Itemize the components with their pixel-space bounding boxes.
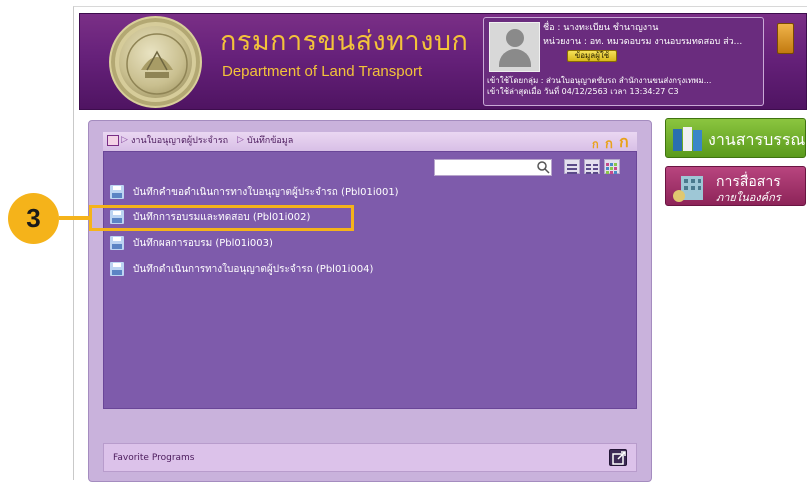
- view-list-button[interactable]: [564, 159, 580, 174]
- user-unit: หน่วยงาน : อท. หมวดอบรม งานอบรมทดสอบ ส่ว…: [543, 37, 743, 47]
- avatar: [489, 22, 540, 72]
- breadcrumb-arrow-icon: ▷: [237, 135, 244, 145]
- login-group: เข้าใช้โดยกลุ่ม : ส่วนใบอนุญาตขับรถ สำนั…: [487, 76, 712, 85]
- menu-item-pbl01i004[interactable]: บันทึกดำเนินการทางใบอนุญาตผู้ประจำรถ (Pb…: [110, 262, 430, 278]
- home-icon[interactable]: [107, 135, 119, 146]
- breadcrumb-item-record[interactable]: บันทึกข้อมูล: [247, 136, 293, 147]
- floppy-disk-icon: [110, 262, 124, 276]
- seal-emblem-icon: [126, 33, 188, 95]
- saraban-button[interactable]: งานสารบรรณ: [665, 118, 806, 158]
- internal-communication-button[interactable]: การสื่อสาร ภายในองค์กร: [665, 166, 806, 206]
- breadcrumb-arrow-icon: ▷: [121, 135, 128, 145]
- document-folders-icon: [673, 127, 702, 151]
- menu-item-pbl01i003[interactable]: บันทึกผลการอบรม (Pbl01i003): [110, 236, 430, 252]
- view-detail-button[interactable]: [584, 159, 600, 174]
- menu-item-label: บันทึกคำขอดำเนินการทางใบอนุญาตผู้ประจำรถ…: [133, 187, 399, 198]
- logout-door-button[interactable]: [777, 23, 794, 54]
- list-view-icon: [567, 164, 577, 174]
- external-link-icon: [612, 451, 626, 465]
- logo-thai-title: กรมการขนส่งทางบก: [220, 26, 469, 56]
- floppy-disk-icon: [110, 236, 124, 250]
- logo-english-title: Department of Land Transport: [222, 63, 423, 80]
- favorite-programs-label: Favorite Programs: [113, 453, 195, 463]
- detail-view-icon: [586, 164, 598, 174]
- menu-item-label: บันทึกดำเนินการทางใบอนุญาตผู้ประจำรถ (Pb…: [133, 264, 374, 275]
- view-grid-button[interactable]: [604, 159, 620, 174]
- last-login: เข้าใช้ล่าสุดเมื่อ วันที่ 04/12/2563 เวล…: [487, 87, 679, 96]
- menu-item-pbl01i001[interactable]: บันทึกคำขอดำเนินการทางใบอนุญาตผู้ประจำรถ…: [110, 185, 430, 201]
- callout-connector: [59, 216, 89, 220]
- floppy-disk-icon: [110, 185, 124, 199]
- breadcrumb-item-license[interactable]: งานใบอนุญาตผู้ประจำรถ: [131, 136, 228, 147]
- search-input[interactable]: [434, 159, 552, 176]
- building-communication-icon: [673, 176, 703, 202]
- step-callout-badge: 3: [8, 193, 59, 244]
- user-profile-button[interactable]: ข้อมูลผู้ใช้: [567, 50, 617, 62]
- grid-view-icon: [606, 163, 617, 174]
- callout-highlight-box: [89, 205, 354, 231]
- menu-item-label: บันทึกผลการอบรม (Pbl01i003): [133, 238, 273, 249]
- department-seal-logo: [109, 16, 202, 108]
- user-name: ชื่อ : นางทะเบียน ชำนาญงาน: [543, 23, 659, 33]
- search-icon[interactable]: [536, 160, 550, 174]
- saraban-label: งานสารบรรณ: [708, 132, 806, 149]
- favorite-open-button[interactable]: [609, 449, 627, 466]
- communication-sublabel: ภายในองค์กร: [716, 192, 781, 204]
